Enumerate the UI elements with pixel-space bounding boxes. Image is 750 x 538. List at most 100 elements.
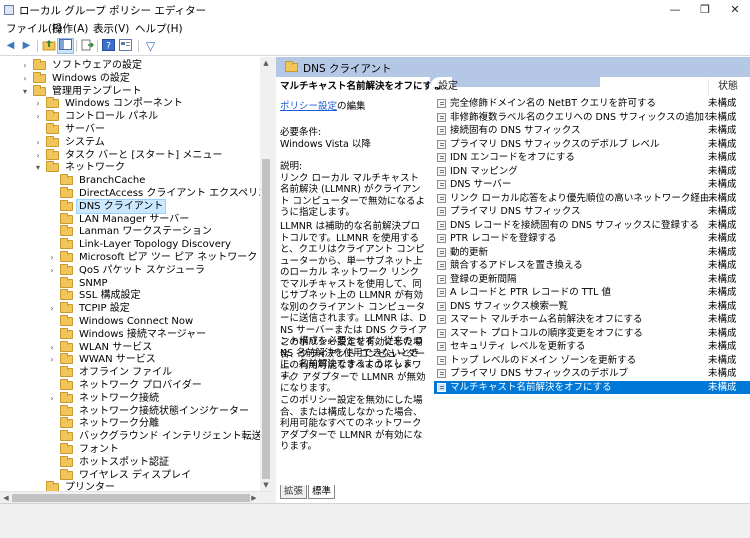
table-row[interactable]: リンク ローカル応答をより優先順位の高いネットワーク経由で受信し...未構成 [434, 192, 750, 205]
table-row[interactable]: IDN マッピング 未構成 [434, 165, 750, 178]
up-folder-icon[interactable] [41, 39, 56, 53]
menu-view[interactable]: 表示(V) [93, 21, 129, 36]
minimize-button[interactable]: — [660, 1, 690, 19]
folder-icon [60, 225, 73, 237]
close-button[interactable]: ✕ [720, 1, 750, 19]
chevron-right-icon[interactable]: › [47, 302, 57, 315]
policy-description: マルチキャスト名前解決をオフにする ポリシー設定の編集 必要条件: Window… [280, 79, 442, 479]
setting-state: 未構成 [708, 381, 737, 393]
tree-item-label: DirectAccess クライアント エクスペリエンスの設定 [79, 188, 272, 199]
tree-horizontal-scrollbar[interactable]: ◀ ▶ [0, 491, 272, 503]
policy-setting-icon [437, 342, 446, 351]
tree-item-label: ネットワーク [65, 162, 125, 174]
table-row[interactable]: スマート プロトコルの順序変更をオフにする 未構成 [434, 327, 750, 340]
table-row[interactable]: 競合するアドレスを置き換える 未構成 [434, 259, 750, 272]
setting-name: DNS レコードを接続固有の DNS サフィックスに登録する [450, 219, 699, 231]
table-row[interactable]: トップ レベルのドメイン ゾーンを更新する 未構成 [434, 354, 750, 367]
folder-icon [60, 443, 73, 454]
folder-icon [33, 84, 46, 96]
folder-icon [60, 404, 73, 416]
chevron-right-icon[interactable]: › [20, 59, 30, 72]
toolbar-separator [97, 40, 98, 52]
column-header-setting[interactable]: 設定 [438, 79, 458, 95]
setting-name: 完全修飾ドメイン名の NetBT クエリを許可する [450, 98, 657, 109]
table-row[interactable]: セキュリティ レベルを更新する 未構成 [434, 340, 750, 353]
table-row[interactable]: 完全修飾ドメイン名の NetBT クエリを許可する 未構成 [434, 97, 750, 110]
chevron-right-icon[interactable]: › [47, 251, 57, 264]
show-tree-icon[interactable] [57, 38, 74, 54]
setting-name: スマート マルチホーム名前解決をオフにする [450, 314, 643, 325]
maximize-button[interactable]: ❐ [690, 1, 720, 19]
chevron-right-icon[interactable]: › [33, 110, 43, 123]
chevron-right-icon[interactable]: › [47, 353, 57, 366]
menu-help[interactable]: ヘルプ(H) [135, 21, 183, 36]
tab-standard[interactable]: 標準 [308, 485, 336, 499]
edit-policy-line: ポリシー設定の編集 [280, 101, 428, 113]
setting-state: 未構成 [708, 354, 737, 366]
chevron-right-icon[interactable]: › [33, 97, 43, 110]
setting-state: 未構成 [708, 219, 737, 231]
table-row[interactable]: スマート マルチホーム名前解決をオフにする 未構成 [434, 313, 750, 326]
table-row[interactable]: DNS サフィックス検索一覧 未構成 [434, 300, 750, 313]
properties-icon[interactable] [118, 39, 133, 53]
policy-setting-icon [437, 112, 446, 122]
setting-state: 未構成 [708, 287, 737, 298]
tab-extended[interactable]: 拡張 [280, 485, 308, 499]
table-row[interactable]: 非修飾複数ラベル名のクエリへの DNS サフィックスの追加を許可する未構成 [434, 111, 750, 124]
chevron-right-icon[interactable]: › [47, 341, 57, 354]
setting-state: 未構成 [708, 206, 737, 217]
table-row[interactable]: マルチキャスト名前解決をオフにする 未構成 [434, 380, 750, 394]
chevron-right-icon[interactable]: › [47, 392, 57, 405]
column-divider[interactable] [708, 79, 709, 95]
setting-state: 未構成 [708, 138, 737, 150]
chevron-down-icon[interactable]: ▾ [33, 161, 43, 174]
chevron-right-icon[interactable]: › [33, 136, 43, 149]
policy-setting-icon [437, 126, 446, 135]
column-header-state[interactable]: 状態 [718, 79, 738, 95]
setting-name: 登録の更新間隔 [450, 273, 517, 285]
setting-name: 競合するアドレスを置き換える [450, 260, 583, 271]
tree-item-label: Windows コンポーネント [65, 98, 183, 110]
table-row[interactable]: DNS サーバー 未構成 [434, 178, 750, 191]
menu-action[interactable]: 操作(A) [52, 21, 88, 36]
policy-disabled-paragraph: このポリシー設定を無効にした場合、または構成しなかった場合、利用可能なすべてのネ… [280, 395, 423, 452]
scroll-down-arrow-icon[interactable]: ▼ [260, 479, 272, 491]
folder-icon [60, 391, 73, 403]
table-row[interactable]: プライマリ DNS サフィックスのデボルブ レベル 未構成 [434, 138, 750, 151]
policy-setting-icon [437, 153, 446, 162]
back-arrow-icon[interactable]: ◀ [3, 39, 18, 53]
title-bar: ローカル グループ ポリシー エディター — ❐ ✕ [0, 0, 750, 20]
setting-state: 未構成 [708, 300, 737, 312]
table-row[interactable]: DNS レコードを接続固有の DNS サフィックスに登録する 未構成 [434, 219, 750, 232]
tree-vertical-scrollbar[interactable]: ▲ ▼ [260, 57, 272, 491]
scrollbar-thumb[interactable] [12, 494, 250, 502]
table-row[interactable]: 動的更新 未構成 [434, 246, 750, 259]
policy-setting-icon [437, 139, 446, 149]
help-icon[interactable]: ? [101, 39, 116, 53]
table-row[interactable]: A レコードと PTR レコードの TTL 値 未構成 [434, 286, 750, 299]
chevron-down-icon[interactable]: ▾ [20, 85, 30, 98]
filter-icon[interactable]: ▽ [143, 39, 158, 53]
table-row[interactable]: プライマリ DNS サフィックス 未構成 [434, 205, 750, 218]
scroll-up-arrow-icon[interactable]: ▲ [260, 57, 272, 69]
table-row[interactable]: PTR レコードを登録する 未構成 [434, 232, 750, 245]
setting-state: 未構成 [708, 260, 737, 271]
edit-policy-suffix: の編集 [337, 101, 366, 112]
export-list-icon[interactable] [80, 39, 95, 53]
tree-item-label: Link-Layer Topology Discovery [79, 239, 231, 251]
setting-name: セキュリティ レベルを更新する [450, 341, 586, 352]
forward-arrow-icon[interactable]: ▶ [19, 39, 34, 53]
edit-policy-link[interactable]: ポリシー設定 [280, 101, 337, 112]
scrollbar-thumb[interactable] [262, 159, 270, 479]
table-row[interactable]: IDN エンコードをオフにする 未構成 [434, 151, 750, 164]
policy-setting-icon [437, 261, 446, 270]
chevron-right-icon[interactable]: › [20, 72, 30, 85]
table-row[interactable]: 接続固有の DNS サフィックス 未構成 [434, 124, 750, 137]
table-row[interactable]: プライマリ DNS サフィックスのデボルブ 未構成 [434, 367, 750, 380]
setting-state: 未構成 [708, 192, 737, 204]
details-header-title: DNS クライアント [303, 63, 392, 75]
chevron-right-icon[interactable]: › [33, 149, 43, 162]
policy-setting-icon [437, 369, 446, 378]
table-row[interactable]: 登録の更新間隔 未構成 [434, 273, 750, 286]
chevron-right-icon[interactable]: › [47, 264, 57, 277]
